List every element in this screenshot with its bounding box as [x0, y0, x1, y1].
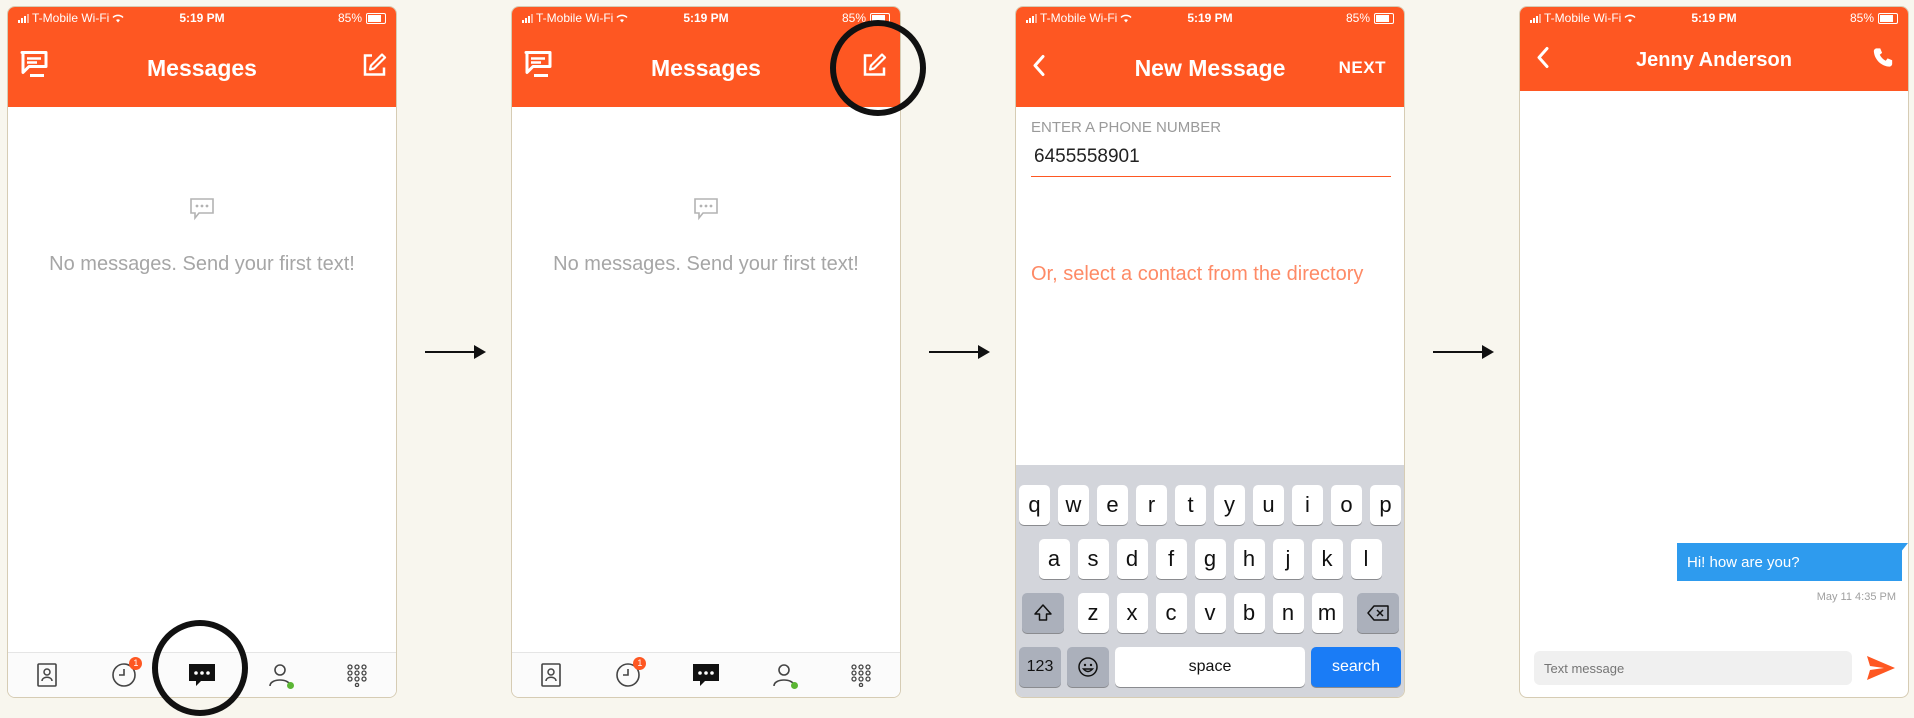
key-e[interactable]: e — [1097, 485, 1128, 525]
shift-arrow-icon — [1033, 604, 1052, 621]
key-t[interactable]: t — [1175, 485, 1206, 525]
chat-bubble-icon — [512, 197, 900, 226]
keypad-icon — [851, 664, 871, 687]
key-d[interactable]: d — [1116, 539, 1148, 579]
battery-percent: 85% — [337, 11, 362, 25]
tab-contacts[interactable] — [531, 657, 571, 693]
highlight-circle-messages-tab — [152, 620, 248, 716]
key-q[interactable]: q — [1019, 485, 1050, 525]
nav-bar: New Message NEXT — [1016, 29, 1404, 107]
online-status-dot — [286, 682, 294, 689]
phone-number-label: ENTER A PHONE NUMBER — [1031, 119, 1222, 136]
phone-number-input[interactable] — [1031, 137, 1391, 177]
emoji-key[interactable] — [1067, 647, 1109, 687]
screen-new-message: T-Mobile Wi-Fi 5:19 PM 85% New Message N… — [1015, 6, 1405, 698]
online-status-dot — [790, 682, 798, 689]
status-bar: T-Mobile Wi-Fi 5:19 PM 85% — [1016, 7, 1404, 29]
keypad-icon — [347, 664, 367, 687]
status-bar: T-Mobile Wi-Fi 5:19 PM 85% — [1520, 7, 1908, 29]
key-a[interactable]: a — [1038, 539, 1070, 579]
tab-keypad[interactable] — [337, 657, 377, 693]
recents-badge: 1 — [129, 657, 143, 670]
select-contact-link[interactable]: Or, select a contact from the directory — [1031, 263, 1363, 286]
tab-messages[interactable] — [686, 657, 726, 693]
backspace-key[interactable] — [1356, 593, 1399, 633]
numbers-key[interactable]: 123 — [1019, 647, 1061, 687]
tab-profile[interactable] — [764, 657, 804, 693]
key-n[interactable]: n — [1272, 593, 1304, 633]
backspace-icon — [1366, 605, 1389, 621]
key-b[interactable]: b — [1233, 593, 1265, 633]
status-bar: T-Mobile Wi-Fi 5:19 PM 85% — [512, 7, 900, 29]
key-c[interactable]: c — [1155, 593, 1187, 633]
key-y[interactable]: y — [1214, 485, 1245, 525]
key-l[interactable]: l — [1350, 539, 1382, 579]
key-h[interactable]: h — [1233, 539, 1265, 579]
contacts-icon — [36, 663, 57, 687]
flow-arrow — [425, 345, 486, 359]
flow-arrow — [929, 345, 990, 359]
key-f[interactable]: f — [1155, 539, 1187, 579]
tab-profile[interactable] — [260, 657, 300, 693]
battery-icon — [1878, 12, 1898, 24]
key-v[interactable]: v — [1194, 593, 1226, 633]
screen-messages-compose: T-Mobile Wi-Fi 5:19 PM 85% Messages No m… — [511, 6, 901, 698]
nav-bar: Messages — [8, 29, 396, 107]
message-text: Hi! how are you? — [1687, 553, 1800, 571]
key-i[interactable]: i — [1292, 485, 1323, 525]
key-w[interactable]: w — [1058, 485, 1089, 525]
message-bubble-outgoing[interactable]: Hi! how are you? — [1677, 543, 1908, 581]
status-bar: T-Mobile Wi-Fi 5:19 PM 85% — [8, 7, 396, 29]
battery-icon — [1374, 12, 1394, 24]
empty-state-text: No messages. Send your first text! — [553, 253, 859, 275]
battery-percent: 85% — [1345, 11, 1370, 25]
battery-percent: 85% — [1849, 11, 1874, 25]
battery-icon — [366, 12, 386, 24]
search-key[interactable]: search — [1311, 647, 1401, 687]
tab-contacts[interactable] — [27, 657, 67, 693]
shift-key[interactable] — [1021, 593, 1064, 633]
key-m[interactable]: m — [1311, 593, 1343, 633]
key-x[interactable]: x — [1116, 593, 1148, 633]
key-o[interactable]: o — [1331, 485, 1362, 525]
flow-arrow — [1433, 345, 1494, 359]
empty-state-text: No messages. Send your first text! — [49, 253, 355, 275]
on-screen-keyboard: q w e r t y u i o p a s d f g h j k l z … — [1016, 465, 1404, 697]
send-icon[interactable] — [1866, 655, 1896, 686]
compose-icon[interactable] — [360, 52, 388, 85]
contact-name-title: Jenny Anderson — [1636, 48, 1792, 71]
chat-bubble-icon — [692, 664, 719, 686]
key-u[interactable]: u — [1253, 485, 1284, 525]
tab-keypad[interactable] — [841, 657, 881, 693]
key-p[interactable]: p — [1370, 485, 1401, 525]
nav-bar: Jenny Anderson — [1520, 29, 1908, 91]
key-r[interactable]: r — [1136, 485, 1167, 525]
message-timestamp: May 11 4:35 PM — [1816, 591, 1896, 603]
space-key[interactable]: space — [1115, 647, 1305, 687]
key-j[interactable]: j — [1272, 539, 1304, 579]
phone-icon[interactable] — [1872, 47, 1894, 74]
screen-conversation: T-Mobile Wi-Fi 5:19 PM 85% Jenny Anderso… — [1519, 6, 1909, 698]
key-g[interactable]: g — [1194, 539, 1226, 579]
tab-recents[interactable]: 1 — [608, 657, 648, 693]
tab-recents[interactable]: 1 — [104, 657, 144, 693]
contacts-icon — [540, 663, 561, 687]
text-message-input[interactable] — [1534, 651, 1852, 685]
tab-bar: 1 — [512, 652, 900, 697]
key-s[interactable]: s — [1077, 539, 1109, 579]
next-button[interactable]: NEXT — [1339, 58, 1386, 78]
recents-badge: 1 — [633, 657, 647, 670]
key-k[interactable]: k — [1311, 539, 1343, 579]
emoji-icon — [1078, 657, 1098, 677]
screen-messages-empty: T-Mobile Wi-Fi 5:19 PM 85% Messages No m… — [7, 6, 397, 698]
key-z[interactable]: z — [1077, 593, 1109, 633]
chat-bubble-icon — [8, 197, 396, 226]
page-title: Messages — [147, 54, 257, 81]
highlight-circle-compose-button — [830, 20, 926, 116]
